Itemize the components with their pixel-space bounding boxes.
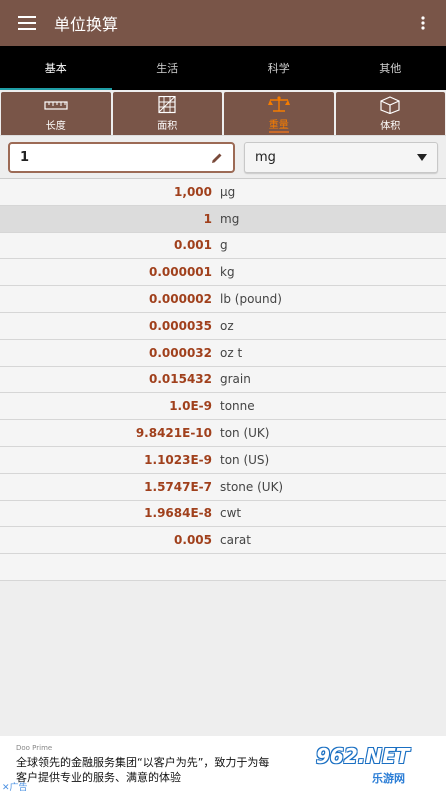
result-row[interactable]: 1.1023E-9 ton (US) xyxy=(0,447,446,474)
scale-icon xyxy=(267,95,290,112)
grid-square-icon xyxy=(158,95,176,113)
tab-other[interactable]: 其他 xyxy=(335,46,446,90)
watermark-subtext: 乐游网 xyxy=(372,772,405,785)
result-row[interactable]: 9.8421E-10 ton (UK) xyxy=(0,420,446,447)
result-row[interactable]: 1,000 μg xyxy=(0,179,446,206)
result-value: 0.005 xyxy=(174,533,212,548)
subtab-area-label: 面积 xyxy=(157,120,178,132)
result-row[interactable]: 0.001 g xyxy=(0,233,446,260)
result-value: 1.1023E-9 xyxy=(144,452,212,467)
more-vert-icon xyxy=(421,16,425,30)
ad-close-button[interactable]: ✕广告 xyxy=(2,780,28,792)
result-unit: kg xyxy=(220,265,235,280)
ad-banner[interactable]: Doo Prime 全球领先的金融服务集团“以客户为先”，致力于为每 客户提供专… xyxy=(0,736,446,792)
result-unit: tonne xyxy=(220,399,255,414)
result-row[interactable]: 0.000032 oz t xyxy=(0,340,446,367)
result-unit: oz t xyxy=(220,345,243,360)
result-unit: cwt xyxy=(220,506,242,521)
app-bar: 单位换算 xyxy=(0,0,446,46)
more-options-button[interactable] xyxy=(400,0,446,46)
result-value: 0.000035 xyxy=(148,318,212,333)
result-row[interactable]: 1.0E-9 tonne xyxy=(0,393,446,421)
ad-brand: Doo Prime xyxy=(16,744,53,752)
ruler-icon xyxy=(44,100,68,110)
ad-text-line1: 全球领先的金融服务集团“以客户为先”，致力于为每 xyxy=(16,756,270,769)
result-row[interactable]: 1 mg xyxy=(0,205,446,233)
result-value: 9.8421E-10 xyxy=(135,426,212,441)
empty-row xyxy=(0,554,446,582)
result-unit: carat xyxy=(220,533,251,548)
result-unit: grain xyxy=(220,372,251,387)
app-title: 单位换算 xyxy=(54,15,119,34)
result-unit: oz xyxy=(220,318,234,333)
result-unit: mg xyxy=(220,211,240,226)
value-input[interactable]: 1 xyxy=(8,142,235,173)
tab-science[interactable]: 科学 xyxy=(223,46,335,90)
result-value: 1.0E-9 xyxy=(169,399,212,414)
subtab-volume[interactable]: 体积 xyxy=(335,92,445,135)
result-row[interactable]: 0.000002 lb (pound) xyxy=(0,286,446,313)
subtab-length-label: 长度 xyxy=(45,120,66,132)
watermark-logo: 962.NET 乐游网 xyxy=(312,742,442,788)
subtab-weight[interactable]: 重量 xyxy=(224,92,334,135)
input-row: 1 mg xyxy=(0,135,446,178)
result-row[interactable]: 0.000001 kg xyxy=(0,259,446,287)
result-value: 0.001 xyxy=(174,238,212,253)
subtab-weight-label: 重量 xyxy=(268,116,289,133)
result-unit: g xyxy=(220,238,228,253)
unit-select-value: mg xyxy=(255,150,276,165)
result-unit: lb (pound) xyxy=(220,292,282,307)
subtab-length[interactable]: 长度 xyxy=(1,92,111,135)
ad-text-line2: 客户提供专业的服务、满意的体验 xyxy=(16,771,181,784)
category-tabs: 基本 生活 科学 其他 xyxy=(0,46,446,90)
result-unit: μg xyxy=(220,184,236,199)
result-value: 1.9684E-8 xyxy=(144,506,212,521)
unit-select[interactable]: mg xyxy=(244,142,438,173)
result-row[interactable]: 1.5747E-7 stone (UK) xyxy=(0,474,446,501)
cube-icon xyxy=(380,95,400,114)
result-value: 1 xyxy=(203,211,212,226)
subtab-area[interactable]: 面积 xyxy=(112,92,222,135)
subtab-volume-label: 体积 xyxy=(380,120,401,132)
chevron-down-icon xyxy=(417,154,427,161)
hamburger-icon xyxy=(18,16,36,30)
result-value: 0.000032 xyxy=(148,345,212,360)
result-row[interactable]: 1.9684E-8 cwt xyxy=(0,501,446,528)
result-value: 1.5747E-7 xyxy=(144,479,212,494)
watermark-text: 962.NET xyxy=(316,744,410,768)
result-unit: ton (US) xyxy=(220,452,270,467)
result-row[interactable]: 0.015432 grain xyxy=(0,367,446,394)
result-value: 0.000002 xyxy=(148,292,212,307)
result-row[interactable]: 0.000035 oz xyxy=(0,313,446,340)
result-value: 0.015432 xyxy=(148,372,212,387)
result-row[interactable]: 0.005 carat xyxy=(0,527,446,555)
tab-basic[interactable]: 基本 xyxy=(0,46,112,90)
result-value: 0.000001 xyxy=(148,265,212,280)
menu-button[interactable] xyxy=(0,0,54,46)
result-unit: stone (UK) xyxy=(220,479,284,494)
unit-type-tabs: 长度 面积 重量 体积 xyxy=(0,90,446,135)
tab-life[interactable]: 生活 xyxy=(112,46,224,90)
pencil-icon[interactable] xyxy=(211,152,223,164)
results-list: 1,000 μg 1 mg 0.001 g 0.000001 kg 0.000002 lb… xyxy=(0,178,446,582)
value-input-text[interactable]: 1 xyxy=(20,150,211,165)
result-value: 1,000 xyxy=(174,184,212,199)
result-unit: ton (UK) xyxy=(220,426,270,441)
